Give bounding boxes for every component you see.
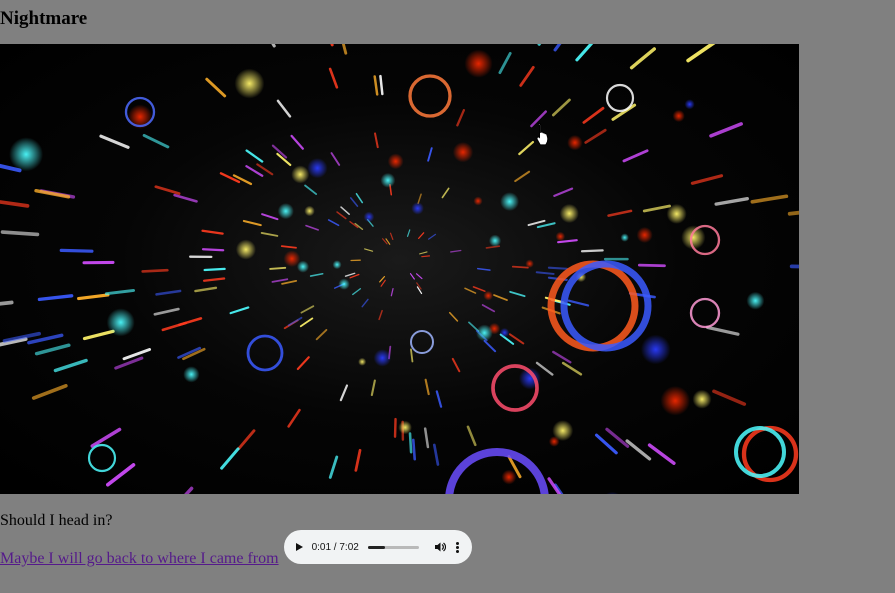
bokeh-glow: [746, 291, 765, 310]
bokeh-glow: [555, 231, 566, 242]
light-streak: [789, 264, 799, 269]
audio-time: 0:01 / 7:02: [311, 541, 359, 553]
bokeh-glow: [548, 436, 560, 447]
light-streak: [411, 438, 417, 461]
bokeh-glow: [559, 203, 579, 224]
bokeh-glow: [235, 239, 256, 260]
light-streak: [580, 249, 604, 253]
light-streak: [201, 248, 225, 252]
bokeh-glow: [363, 211, 375, 223]
bokeh-glow: [500, 192, 520, 212]
light-streak: [203, 267, 226, 272]
bokeh-glow: [464, 49, 493, 78]
bokeh-glow: [640, 334, 671, 365]
bokeh-glow: [476, 324, 493, 342]
page-title: Nightmare: [0, 8, 88, 29]
light-streak: [269, 266, 287, 270]
audio-progress-fill: [367, 545, 385, 549]
bokeh-glow: [9, 137, 44, 172]
light-streak: [0, 230, 40, 237]
bokeh-glow: [234, 68, 265, 99]
bokeh-glow: [636, 226, 653, 244]
link-row: Maybe I will go back to where I came fro…: [0, 530, 472, 567]
bokeh-glow: [525, 259, 534, 268]
bokeh-glow: [307, 157, 328, 179]
bokeh-glow: [692, 389, 712, 409]
bokeh-glow: [411, 202, 424, 215]
tunnel-image: [0, 44, 799, 494]
light-streak: [511, 265, 529, 269]
hand-pointer-cursor: [536, 122, 549, 146]
go-back-link[interactable]: Maybe I will go back to where I came fro…: [0, 550, 279, 568]
bokeh-glow: [358, 357, 367, 366]
bokeh-glow: [473, 196, 483, 206]
bokeh-glow: [291, 165, 310, 184]
kaleidoscope-tunnel-image: [0, 44, 799, 494]
bokeh-glow: [488, 234, 502, 247]
bokeh-glow: [567, 134, 583, 151]
light-streak: [421, 255, 431, 258]
bokeh-glow: [672, 109, 685, 123]
light-streak: [141, 268, 169, 273]
bokeh-glow: [106, 308, 135, 337]
page: Nightmare Should I head in? Maybe I will…: [0, 0, 895, 593]
light-streak: [59, 248, 94, 253]
bokeh-glow: [387, 153, 404, 170]
bokeh-glow: [620, 233, 629, 242]
light-streak: [637, 263, 666, 268]
bokeh-glow: [332, 260, 342, 270]
bokeh-glow: [499, 327, 510, 338]
bokeh-glow: [398, 420, 412, 435]
bokeh-glow: [183, 366, 200, 383]
bokeh-glow: [684, 99, 695, 110]
light-streak: [547, 266, 568, 270]
audio-player[interactable]: 0:01 / 7:02: [283, 530, 472, 564]
bokeh-glow: [304, 205, 315, 217]
bokeh-glow: [338, 278, 350, 290]
bokeh-glow: [666, 203, 687, 224]
volume-icon[interactable]: [434, 541, 446, 553]
bokeh-glow: [483, 290, 494, 301]
light-streak: [408, 432, 413, 454]
bokeh-glow: [373, 349, 392, 367]
bokeh-glow: [296, 260, 310, 273]
more-options-icon[interactable]: [455, 541, 459, 553]
question-text: Should I head in?: [0, 512, 113, 529]
audio-progress-slider[interactable]: [367, 545, 419, 549]
bokeh-glow: [380, 172, 396, 188]
bokeh-glow: [277, 203, 294, 220]
play-icon[interactable]: [295, 543, 303, 551]
bokeh-glow: [501, 469, 517, 485]
bokeh-glow: [452, 142, 474, 163]
bokeh-glow: [660, 385, 691, 416]
